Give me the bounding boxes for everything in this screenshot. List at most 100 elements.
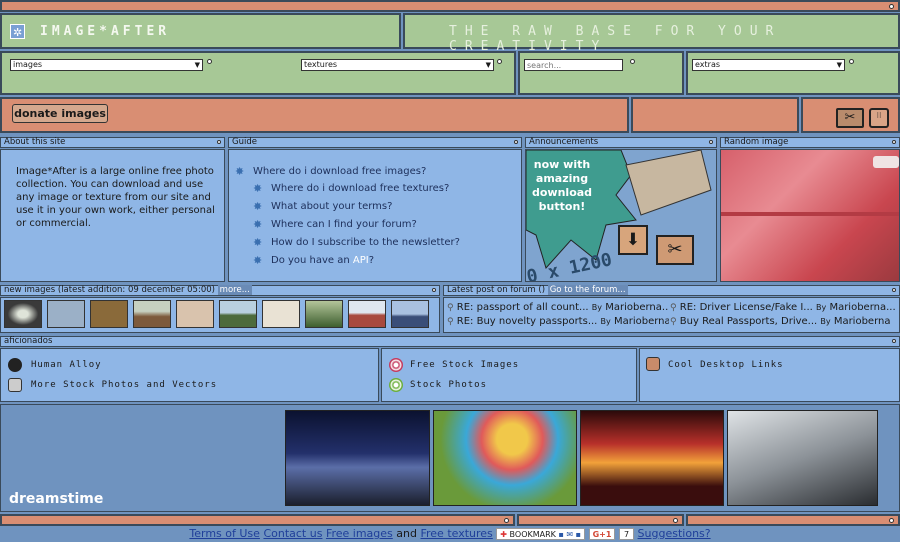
- scissors-folder-icon[interactable]: ✂: [836, 108, 864, 128]
- guide-item-label: How do I subscribe to the newsletter?: [271, 237, 460, 248]
- thumbnail[interactable]: [4, 300, 42, 328]
- guide-header: Guide: [228, 137, 522, 148]
- affiliate-link[interactable]: Free Stock Images: [410, 360, 519, 370]
- forum-post[interactable]: ⚲ Buy Real Passports, Drive... By Mariob…: [670, 316, 898, 327]
- announcement-banner[interactable]: now with amazing download button! 0 x 12…: [525, 149, 717, 282]
- affiliate-link[interactable]: More Stock Photos and Vectors: [31, 380, 217, 390]
- gplus-label: G+1: [592, 530, 612, 539]
- random-title: Random image: [724, 137, 789, 147]
- dice-icon: [646, 357, 660, 371]
- spiral-icon: [389, 378, 403, 392]
- chevron-down-icon: ▼: [485, 61, 491, 69]
- thumbnail[interactable]: [47, 300, 85, 328]
- guide-item[interactable]: ✸ Where can I find your forum?: [253, 218, 417, 231]
- thumbnail[interactable]: [90, 300, 128, 328]
- bottom-strip-3: [686, 514, 900, 526]
- affiliate-link[interactable]: Stock Photos: [410, 380, 487, 390]
- about-title: About this site: [4, 137, 66, 147]
- forum-post-title: RE: Buy novelty passports...: [456, 316, 598, 327]
- grid-dots-icon[interactable]: ⁝⁝: [869, 108, 889, 128]
- terms-link[interactable]: Terms of Use: [189, 527, 260, 540]
- forum-post[interactable]: ⚲ RE: passport of all count... By Mariob…: [447, 302, 669, 313]
- thumbnail[interactable]: [219, 300, 257, 328]
- panel-dot: [217, 140, 221, 144]
- stock-photo[interactable]: [285, 410, 430, 506]
- random-image-detail: [873, 156, 899, 168]
- textures-select[interactable]: textures ▼: [301, 59, 494, 71]
- api-prefix: Do you have an: [271, 255, 353, 266]
- extras-select[interactable]: extras ▼: [692, 59, 845, 71]
- aficionados-header: aficionados: [0, 336, 900, 347]
- gplus-button[interactable]: G+1: [588, 528, 616, 540]
- guide-item-label: Where do i download free textures?: [271, 183, 450, 194]
- search-input[interactable]: [524, 59, 623, 71]
- guide-item[interactable]: ✸ Where do i download free images?: [235, 165, 426, 178]
- search-go-dot[interactable]: [630, 59, 635, 64]
- gplus-count: 7: [618, 528, 635, 540]
- forum-post-by: By: [816, 303, 827, 312]
- affiliate-link[interactable]: Human Alloy: [31, 360, 102, 370]
- thumbnail[interactable]: [348, 300, 386, 328]
- donate-button[interactable]: donate images: [12, 104, 108, 123]
- share-icons: ▪ ✉ ▪: [558, 530, 582, 539]
- random-image[interactable]: [720, 149, 900, 282]
- panel-dot: [514, 140, 518, 144]
- thumbnail[interactable]: [133, 300, 171, 328]
- nav-panel-images: images ▼ textures ▼: [0, 51, 516, 95]
- random-header: Random image: [720, 137, 900, 148]
- stock-photo[interactable]: [727, 410, 878, 506]
- thumbnail[interactable]: [176, 300, 214, 328]
- footer-and: and: [396, 527, 417, 540]
- new-images-title: new images (latest addition: 09 december…: [4, 285, 215, 295]
- more-link[interactable]: more...: [217, 285, 252, 295]
- contact-link[interactable]: Contact us: [263, 527, 322, 540]
- suggestions-link[interactable]: Suggestions?: [638, 527, 711, 540]
- dreamstime-logo[interactable]: dreamstime: [9, 491, 103, 507]
- nav-panel-search: [518, 51, 684, 95]
- free-textures-link[interactable]: Free textures: [420, 527, 492, 540]
- forum-post[interactable]: ⚲ RE: Driver License/Fake I... By Mariob…: [670, 302, 898, 313]
- thumbnail[interactable]: [391, 300, 429, 328]
- affiliate-link[interactable]: Cool Desktop Links: [668, 360, 784, 370]
- forum-post-by: By: [591, 303, 603, 312]
- forum-post[interactable]: ⚲ RE: Buy novelty passports... By Mariob…: [447, 316, 669, 327]
- bookmark-button[interactable]: ✚ BOOKMARK ▪ ✉ ▪: [496, 528, 586, 540]
- bottom-strip-2: [517, 514, 684, 526]
- api-link[interactable]: API: [353, 255, 369, 266]
- tagline-panel: THE RAW BASE FOR YOUR CREATIVITY: [403, 13, 900, 54]
- scissors-icon: ✂: [656, 235, 694, 265]
- top-strip: [0, 0, 900, 12]
- go-dot-extras[interactable]: [849, 59, 854, 64]
- guide-title: Guide: [232, 137, 257, 147]
- new-images-panel: [0, 297, 440, 333]
- aficionados-title: aficionados: [4, 336, 53, 346]
- salmon-mid-panel: [631, 97, 799, 133]
- stock-photo[interactable]: [433, 410, 577, 506]
- guide-item[interactable]: ✸ What about your terms?: [253, 200, 392, 213]
- about-text: Image*After is a large online free photo…: [16, 166, 215, 229]
- thumbnail[interactable]: [262, 300, 300, 328]
- site-logo[interactable]: IMAGE*AFTER: [40, 24, 170, 39]
- free-images-link[interactable]: Free images: [326, 527, 393, 540]
- svg-text:✲: ✲: [13, 26, 22, 38]
- guide-item[interactable]: ✸ Where do i download free textures?: [253, 182, 450, 195]
- forum-header: Latest post on forum () Go to the forum.…: [443, 285, 900, 296]
- pin-icon: ⚲: [447, 317, 454, 327]
- forum-post-by: By: [600, 317, 611, 326]
- human-alloy-icon: [8, 358, 22, 372]
- images-select[interactable]: images ▼: [10, 59, 203, 71]
- thumbnail[interactable]: [305, 300, 343, 328]
- forum-title: Latest post on forum (): [447, 285, 546, 295]
- aficionados-col-1: Human Alloy More Stock Photos and Vector…: [0, 348, 379, 402]
- guide-item[interactable]: ✸ How do I subscribe to the newsletter?: [253, 236, 460, 249]
- star-icon: ✸: [253, 218, 263, 231]
- nav-panel-extras: extras ▼: [686, 51, 900, 95]
- go-dot-images[interactable]: [207, 59, 212, 64]
- forum-link[interactable]: Go to the forum...: [547, 285, 628, 295]
- chevron-down-icon: ▼: [836, 61, 842, 69]
- go-dot-textures[interactable]: [497, 59, 502, 64]
- announcements-header: Announcements: [525, 137, 717, 148]
- star-icon: ✸: [253, 236, 263, 249]
- tools-panel: ✂ ⁝⁝: [801, 97, 900, 133]
- stock-photo[interactable]: [580, 410, 724, 506]
